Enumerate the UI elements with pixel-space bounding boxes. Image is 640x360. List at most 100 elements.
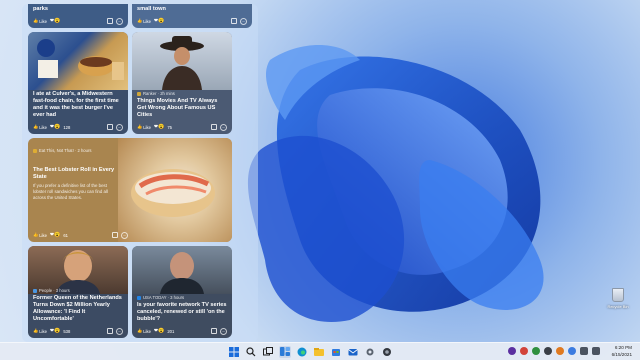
source-logo-icon — [137, 295, 141, 300]
like-label: Like — [39, 232, 47, 238]
like-label: Like — [143, 18, 151, 24]
widgets-panel: America's deadliest national parks 👍Like… — [22, 4, 258, 342]
tray-app-icon[interactable] — [544, 347, 552, 355]
news-card[interactable]: USA TODAY · 3 hours Is your favorite net… — [132, 246, 232, 338]
like-button[interactable]: 👍 Like — [33, 232, 47, 238]
like-button[interactable]: 👍 Like — [33, 328, 47, 334]
save-icon[interactable] — [107, 18, 113, 24]
save-icon[interactable] — [211, 124, 217, 130]
news-card[interactable]: small town 👍 Like ❤😮 ··· — [132, 4, 252, 28]
more-options-icon[interactable]: ··· — [116, 17, 123, 25]
settings-icon[interactable] — [364, 346, 376, 358]
more-options-icon[interactable]: ··· — [220, 327, 227, 335]
reactions-icon: ❤😮 — [49, 232, 61, 238]
taskbar: 6:20 PM 6/15/2021 — [0, 342, 640, 360]
reactions-icon: ❤😮 — [153, 18, 165, 24]
taskbar-clock[interactable]: 6:20 PM 6/15/2021 — [612, 345, 632, 358]
source-logo-icon — [137, 91, 141, 96]
thumbs-up-icon: 👍 — [137, 18, 143, 23]
more-options-icon[interactable]: ··· — [240, 17, 247, 25]
reactions-icon: ❤😮 — [153, 124, 165, 130]
thumbs-up-icon: 👍 — [33, 124, 39, 129]
like-label: Like — [143, 124, 151, 130]
mail-icon[interactable] — [347, 346, 359, 358]
source-logo-icon — [33, 148, 37, 153]
like-label: Like — [39, 124, 47, 130]
like-button[interactable]: 👍 Like — [137, 124, 151, 130]
like-button[interactable]: 👍 Like — [137, 18, 151, 24]
like-label: Like — [39, 18, 47, 24]
widgets-icon[interactable] — [279, 346, 291, 358]
card-source: People · 3 hours — [33, 288, 123, 293]
news-card[interactable]: America's deadliest national parks 👍Like… — [28, 4, 128, 28]
save-icon[interactable] — [112, 232, 118, 238]
news-card[interactable]: People · 3 hours Former Queen of the Net… — [28, 246, 128, 338]
like-button[interactable]: 👍 Like — [137, 328, 151, 334]
tray-app-icon[interactable] — [532, 347, 540, 355]
recycle-bin-icon — [612, 288, 624, 302]
card-title: Things Movies And TV Always Get Wrong Ab… — [137, 98, 218, 118]
more-options-icon[interactable]: ··· — [220, 123, 227, 131]
thumbs-up-icon: 👍 — [33, 328, 39, 333]
tray-app-icon[interactable] — [508, 347, 516, 355]
thumbs-up-icon: 👍 — [33, 18, 39, 23]
thumbs-up-icon: 👍 — [33, 232, 39, 237]
tray-app-icon[interactable] — [556, 347, 564, 355]
thumbs-up-icon: 👍 — [137, 124, 143, 129]
tray-app-icon[interactable] — [568, 347, 576, 355]
like-label: Like — [39, 328, 47, 334]
card-title: small town — [137, 6, 166, 12]
more-options-icon[interactable]: ··· — [116, 123, 123, 131]
reactions-icon: ❤😮 — [49, 328, 61, 334]
news-card[interactable]: I ate at Culver's, a Midwestern fast-foo… — [28, 32, 128, 134]
wifi-icon[interactable] — [580, 347, 588, 355]
card-source: Eat This, Not That! · 2 hours — [33, 148, 118, 153]
card-image — [28, 32, 128, 90]
like-button[interactable]: 👍 Like — [33, 18, 47, 24]
tray-app-icon[interactable] — [520, 347, 528, 355]
recycle-bin-label: Recycle Bin — [607, 304, 629, 309]
card-source: Ranker · 2h mins — [137, 91, 227, 96]
card-image — [132, 32, 232, 90]
reaction-count: 128 — [63, 124, 71, 130]
save-icon[interactable] — [211, 328, 217, 334]
like-button[interactable]: 👍 Like — [33, 124, 47, 130]
store-icon[interactable] — [330, 346, 342, 358]
recycle-bin[interactable]: Recycle Bin — [604, 288, 632, 309]
reactions-icon: ❤😮 — [49, 18, 61, 24]
reactions-icon: ❤😮 — [49, 124, 61, 130]
app-icon[interactable] — [381, 346, 393, 358]
like-label: Like — [143, 328, 151, 334]
search-icon[interactable] — [245, 346, 257, 358]
save-icon[interactable] — [107, 124, 113, 130]
card-title: America's deadliest national parks — [33, 4, 108, 12]
source-label: Ranker · 2h mins — [143, 91, 175, 96]
windows-start-icon[interactable] — [228, 346, 240, 358]
reaction-count: 75 — [167, 124, 172, 130]
card-source: USA TODAY · 3 hours — [137, 295, 227, 300]
news-card[interactable]: Ranker · 2h mins Things Movies And TV Al… — [132, 32, 232, 134]
edge-icon[interactable] — [296, 346, 308, 358]
reactions-icon: ❤😮 — [153, 328, 165, 334]
save-icon[interactable] — [231, 18, 237, 24]
card-image — [132, 246, 232, 294]
thumbs-up-icon: 👍 — [137, 328, 143, 333]
save-icon[interactable] — [107, 328, 113, 334]
clock-date: 6/15/2021 — [611, 351, 632, 357]
card-title: Is your favorite network TV series cance… — [137, 302, 227, 322]
clock-time: 6:20 PM — [614, 345, 632, 350]
task-view-icon[interactable] — [262, 346, 274, 358]
file-explorer-icon[interactable] — [313, 346, 325, 358]
source-label: People · 3 hours — [39, 288, 70, 293]
more-options-icon[interactable]: ··· — [121, 231, 128, 239]
more-options-icon[interactable]: ··· — [116, 327, 123, 335]
card-title: Former Queen of the Netherlands Turns Do… — [33, 295, 122, 322]
reaction-count: 201 — [167, 328, 175, 334]
source-logo-icon — [33, 288, 37, 293]
source-label: USA TODAY · 3 hours — [143, 295, 185, 300]
source-label: Eat This, Not That! · 2 hours — [39, 148, 92, 153]
news-card[interactable]: Eat This, Not That! · 2 hours The Best L… — [28, 138, 232, 242]
volume-icon[interactable] — [592, 347, 600, 355]
card-title: The Best Lobster Roll in Every State — [33, 167, 115, 180]
card-title: I ate at Culver's, a Midwestern fast-foo… — [33, 91, 119, 118]
